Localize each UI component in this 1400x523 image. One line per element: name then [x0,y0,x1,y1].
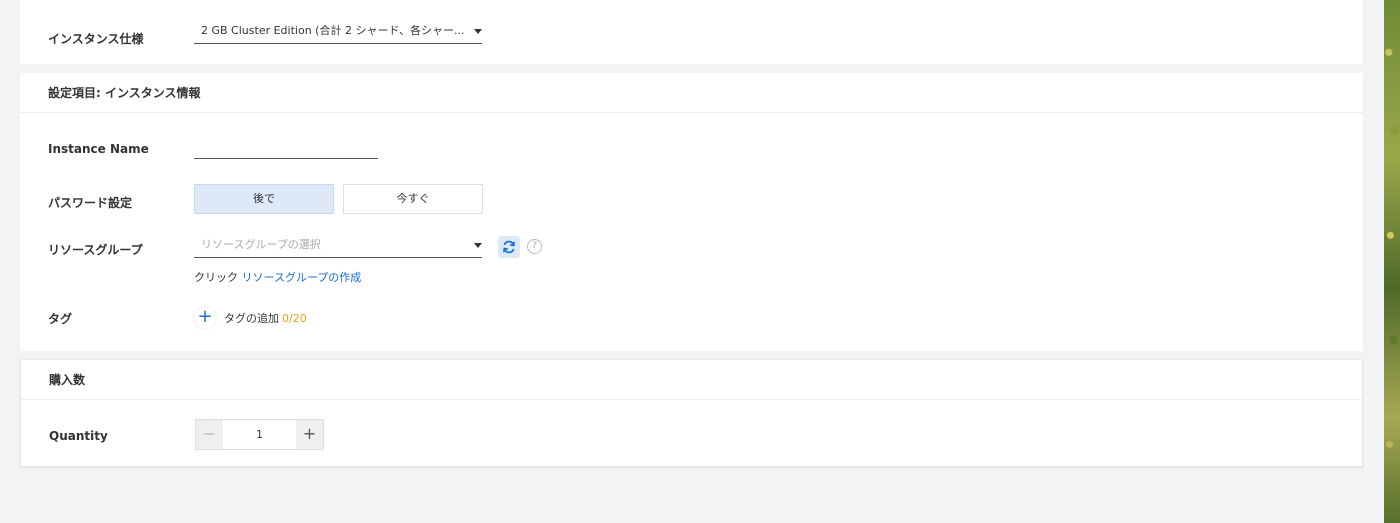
help-icon[interactable]: ? [527,239,542,254]
quantity-stepper: − 1 + [195,419,324,450]
quantity-label: Quantity [49,429,108,443]
create-resource-group-hint: クリック リソースグループの作成 [194,269,361,285]
section-title-instance-info: 設定項目: インスタンス情報 [20,73,1363,113]
refresh-icon[interactable] [498,236,520,258]
background-photo-strip [1384,0,1400,523]
password-label: パスワード設定 [48,196,133,210]
caret-down-icon [474,29,482,34]
instance-name-label: Instance Name [48,142,149,156]
caret-down-icon [474,243,482,248]
instance-info-card: 設定項目: インスタンス情報 Instance Name パスワード設定 後で … [20,73,1363,351]
password-later-button[interactable]: 後で [194,184,334,214]
resource-group-select[interactable]: リソースグループの選択 [194,234,482,258]
quantity-input[interactable]: 1 [223,420,296,449]
purchase-quantity-card: 購入数 Quantity − 1 + [20,359,1363,467]
add-tag-button[interactable]: + タグの追加 0/20 [194,307,307,329]
password-now-button[interactable]: 今すぐ [343,184,483,214]
hint-prefix: クリック [194,271,238,284]
tag-count: 0/20 [282,311,307,325]
section-title-purchase: 購入数 [21,360,1362,400]
instance-spec-label: インスタンス仕様 [48,32,144,46]
instance-spec-select[interactable]: 2 GB Cluster Edition (合計 2 シャード、各シャー... [194,20,482,44]
instance-spec-card: インスタンス仕様 2 GB Cluster Edition (合計 2 シャード… [20,0,1363,64]
instance-name-input[interactable] [194,143,378,159]
plus-icon: + [194,307,216,329]
tag-label: タグ [48,312,73,326]
create-resource-group-link[interactable]: リソースグループの作成 [242,271,362,284]
decrement-button[interactable]: − [196,420,223,449]
instance-spec-value: 2 GB Cluster Edition (合計 2 シャード、各シャー... [201,24,465,37]
add-tag-label: タグの追加 [224,312,279,325]
resource-group-placeholder: リソースグループの選択 [201,238,321,251]
increment-button[interactable]: + [296,420,323,449]
resource-group-label: リソースグループ [48,243,143,257]
